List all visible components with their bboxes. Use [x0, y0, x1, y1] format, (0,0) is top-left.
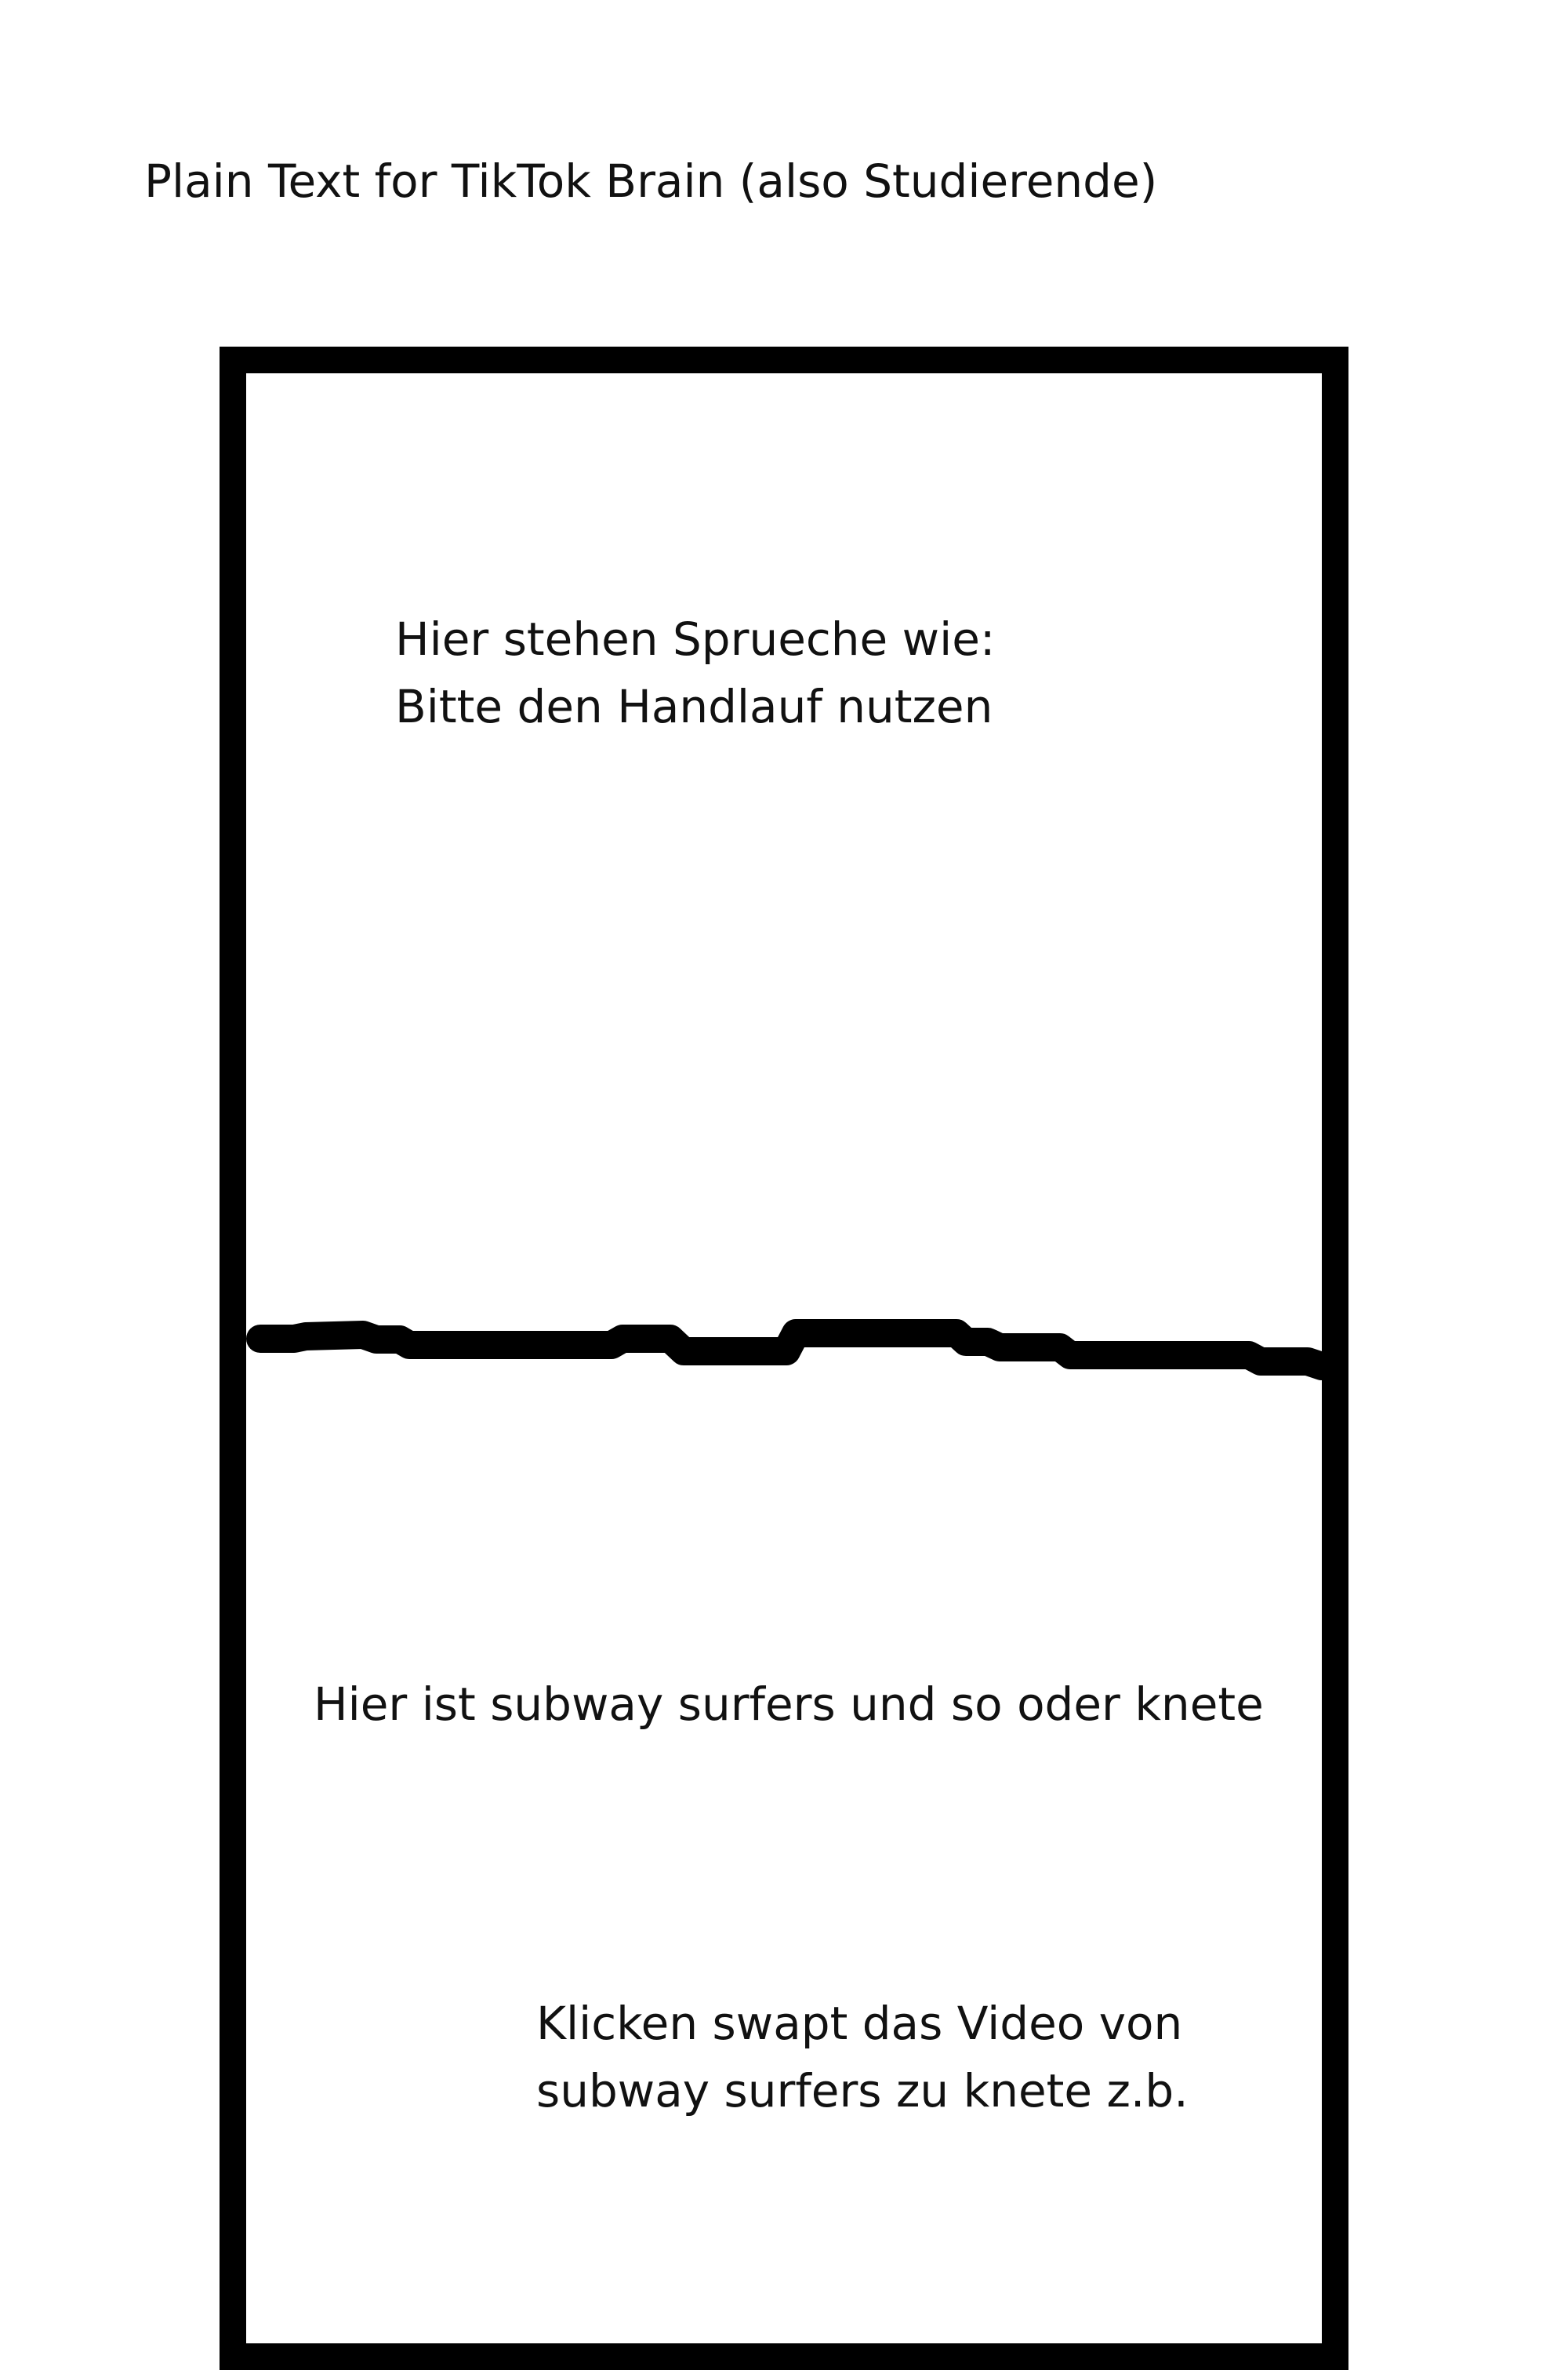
top-section-text: Hier stehen Sprueche wie: Bitte den Hand… — [395, 605, 995, 740]
click-swap-note: Klicken swapt das Video von subway surfe… — [536, 1990, 1189, 2125]
top-text-line-1: Hier stehen Sprueche wie: — [395, 612, 996, 666]
top-text-line-2: Bitte den Handlauf nutzen — [395, 680, 993, 733]
click-swap-note-line-2: subway surfers zu knete z.b. — [536, 2064, 1189, 2117]
page-title: Plain Text for TikTok Brain (also Studie… — [144, 154, 1158, 208]
game-video-description: Hier ist subway surfers und so oder knet… — [314, 1678, 1264, 1731]
click-swap-note-line-1: Klicken swapt das Video von — [536, 1997, 1183, 2050]
